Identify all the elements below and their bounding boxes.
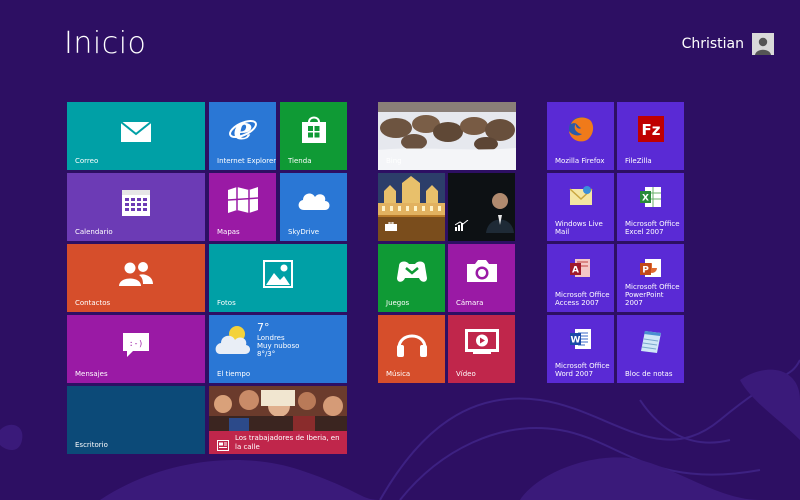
news-headline: Los trabajadores de Iberia, en la calle [235, 434, 340, 451]
tile-label: Escritorio [75, 441, 108, 449]
tile-label: Microsoft Office Excel 2007 [625, 220, 680, 236]
tile-label: Contactos [75, 299, 111, 307]
tile-label: FileZilla [625, 157, 652, 165]
weather-range: 8°/3° [257, 350, 276, 358]
tile-correo[interactable]: Correo [67, 102, 205, 170]
headphones-icon [395, 326, 429, 358]
camera-icon [465, 258, 499, 284]
tile-microsoft-office-excel[interactable]: X Microsoft Office Excel 2007 [617, 173, 684, 241]
svg-text:A: A [572, 266, 579, 276]
tile-camara[interactable]: Cámara [448, 244, 515, 312]
internet-explorer-icon: e [228, 114, 258, 144]
tile-label: Mensajes [75, 370, 108, 378]
firefox-icon [567, 115, 595, 143]
weather-temperature: 7° [257, 321, 270, 334]
weather-cloud-icon [215, 323, 251, 361]
tile-label: Tienda [288, 157, 312, 165]
svg-text::-): :-) [129, 339, 143, 348]
tile-calendario[interactable]: Calendario [67, 173, 205, 241]
start-screen: Inicio Christian Correo e Internet Explo… [0, 0, 800, 500]
store-icon [300, 114, 328, 144]
tile-label: Mozilla Firefox [555, 157, 605, 165]
tile-finance[interactable] [448, 173, 515, 241]
maps-icon [227, 186, 259, 214]
tile-label: Juegos [386, 299, 410, 307]
tile-label: Microsoft Office Word 2007 [555, 362, 610, 378]
tile-label: Bing [386, 157, 402, 165]
photos-icon [263, 259, 293, 288]
tile-label: Microsoft Office PowerPoint 2007 [625, 283, 680, 307]
tile-label: Correo [75, 157, 99, 165]
tile-travel[interactable] [378, 173, 445, 241]
tile-label: Calendario [75, 228, 113, 236]
tile-bing[interactable]: Bing [378, 102, 516, 170]
suitcase-icon [385, 216, 397, 235]
svg-text:X: X [642, 194, 649, 204]
tile-label: Windows Live Mail [555, 220, 603, 236]
tile-tienda[interactable]: Tienda [280, 102, 347, 170]
excel-icon: X [639, 185, 663, 209]
tile-label: Bloc de notas [625, 370, 673, 378]
mail-icon [120, 121, 152, 143]
tile-el-tiempo[interactable]: 7° Londres Muy nuboso 8°/3° El tiempo [209, 315, 347, 383]
tile-label: Cámara [456, 299, 484, 307]
message-icon: :-) [121, 331, 151, 359]
calendar-icon [121, 189, 151, 217]
tile-video[interactable]: Vídeo [448, 315, 515, 383]
user-name: Christian [681, 36, 744, 52]
tile-internet-explorer[interactable]: e Internet Explorer [209, 102, 276, 170]
tile-label: Vídeo [456, 370, 476, 378]
tile-filezilla[interactable]: Fz FileZilla [617, 102, 684, 170]
live-mail-icon [568, 185, 594, 209]
word-icon: W [569, 327, 593, 351]
tile-windows-live-mail[interactable]: Windows Live Mail [547, 173, 614, 241]
video-icon [464, 329, 499, 355]
svg-text:P: P [642, 266, 649, 276]
news-caption-bar: Los trabajadores de Iberia, en la calle [209, 431, 347, 454]
chart-icon [454, 216, 469, 235]
tile-label: SkyDrive [288, 228, 320, 236]
svg-text:e: e [233, 114, 252, 144]
xbox-icon [396, 258, 428, 284]
cloud-icon [296, 189, 332, 211]
newspaper-icon [217, 436, 229, 454]
weather-condition: Muy nuboso [257, 342, 300, 350]
tile-label: Música [386, 370, 411, 378]
page-title: Inicio [64, 26, 147, 61]
weather-details: 7° Londres Muy nuboso 8°/3° [257, 321, 299, 358]
tile-microsoft-office-powerpoint[interactable]: P Microsoft Office PowerPoint 2007 [617, 244, 684, 312]
tile-escritorio[interactable]: Escritorio [67, 386, 205, 454]
powerpoint-icon: P [639, 256, 663, 280]
tile-microsoft-office-access[interactable]: A Microsoft Office Access 2007 [547, 244, 614, 312]
tile-label: Fotos [217, 299, 236, 307]
tile-juegos[interactable]: Juegos [378, 244, 445, 312]
tile-label: El tiempo [217, 370, 251, 378]
tile-musica[interactable]: Música [378, 315, 445, 383]
tile-microsoft-office-word[interactable]: W Microsoft Office Word 2007 [547, 315, 614, 383]
news-photo [209, 386, 347, 432]
tile-fotos[interactable]: Fotos [209, 244, 347, 312]
tile-label: Mapas [217, 228, 240, 236]
tile-mensajes[interactable]: :-) Mensajes [67, 315, 205, 383]
tile-contactos[interactable]: Contactos [67, 244, 205, 312]
weather-city: Londres [257, 334, 285, 342]
filezilla-icon: Fz [637, 116, 664, 143]
tile-mozilla-firefox[interactable]: Mozilla Firefox [547, 102, 614, 170]
svg-text:Fz: Fz [641, 121, 660, 139]
tile-label: Microsoft Office Access 2007 [555, 291, 610, 307]
people-icon [118, 261, 154, 287]
tile-skydrive[interactable]: SkyDrive [280, 173, 347, 241]
tile-label: Internet Explorer [217, 157, 276, 165]
tile-bloc-de-notas[interactable]: Bloc de notas [617, 315, 684, 383]
user-account[interactable]: Christian [682, 33, 774, 55]
user-avatar-icon [752, 33, 774, 55]
access-icon: A [569, 256, 593, 280]
svg-text:W: W [570, 336, 580, 346]
tile-mapas[interactable]: Mapas [209, 173, 276, 241]
notepad-icon [639, 329, 663, 355]
tile-noticias[interactable]: Los trabajadores de Iberia, en la calle [209, 386, 347, 454]
